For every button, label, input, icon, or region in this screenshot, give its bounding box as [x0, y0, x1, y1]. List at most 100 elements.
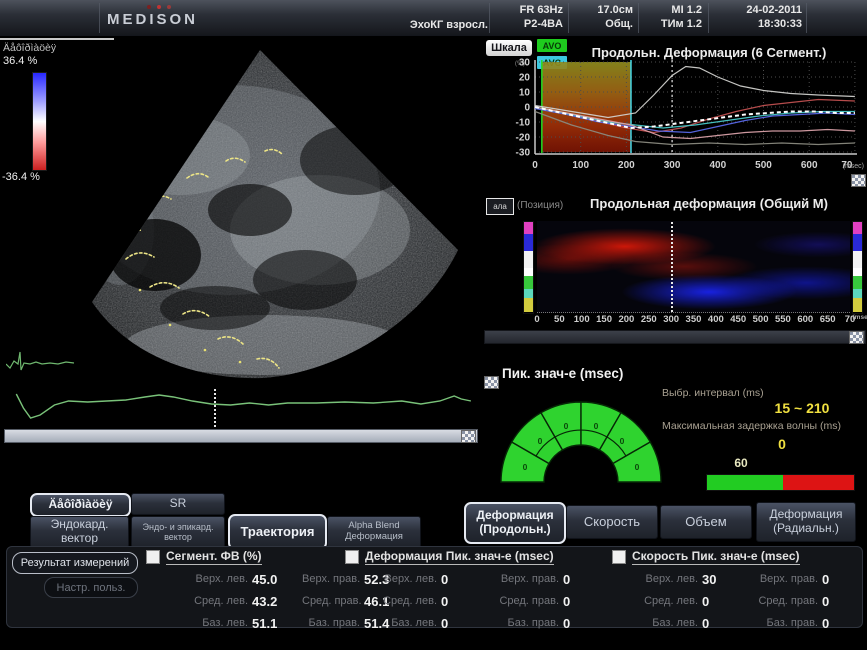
- user-settings-button[interactable]: Настр. польз.: [44, 577, 138, 598]
- mode-button-deformation[interactable]: Äåôîðìàöèÿ: [30, 493, 131, 517]
- header-divider: [568, 3, 569, 33]
- measure-group-title: Деформация Пик. знач-е (msec): [365, 549, 554, 565]
- measure-label: Верх. лев.: [146, 573, 248, 585]
- legend-color-segment: [853, 276, 862, 289]
- interval-label: Выбр. интервал (ms): [662, 387, 764, 399]
- delay-bar-green: [707, 475, 783, 490]
- measure-label: Верх. прав.: [485, 573, 559, 585]
- x-axis-tick-label: 400: [709, 160, 726, 171]
- measure-label: Верх. лев.: [345, 573, 437, 585]
- header-divider: [489, 3, 490, 33]
- measure-group-checkbox[interactable]: [345, 550, 359, 564]
- header-divider: [99, 3, 100, 33]
- brand-dots-icon: [147, 5, 171, 9]
- resize-handle-icon[interactable]: [851, 174, 866, 187]
- ultrasound-sector-image[interactable]: [0, 40, 480, 388]
- mmode-x-tick-label: 450: [727, 314, 749, 325]
- y-axis-tick-label: -20: [516, 133, 531, 144]
- brand-logo: MEDISON: [107, 11, 198, 28]
- view-button-strain-longitudinal[interactable]: Деформация (Продольн.): [464, 502, 566, 544]
- sector-texture: [0, 40, 480, 388]
- mmode-x-axis: 0501001502002503003504004505005506006507…: [483, 314, 867, 327]
- ecg-strip: [2, 388, 478, 428]
- segment-peak-value: 0: [635, 462, 640, 472]
- measure-label: Сред. лев.: [612, 595, 698, 607]
- measure-group: Деформация Пик. знач-е (msec) Верх. лев. 0…: [345, 549, 603, 634]
- mmode-scrollbar[interactable]: [484, 330, 866, 344]
- header-divider: [708, 3, 709, 33]
- segment-peak-value: 0: [564, 421, 569, 431]
- peak-panel-title: Пик. знач-е (msec): [502, 366, 623, 381]
- measure-label: Баз. прав.: [746, 617, 818, 629]
- mode-button-endocard-vector[interactable]: Эндокард. вектор: [30, 516, 129, 548]
- max-delay-label: Максимальная задержка волны (ms): [662, 420, 841, 432]
- mini-ecg-trace: [6, 348, 80, 378]
- resize-handle-icon[interactable]: [461, 430, 476, 443]
- measure-group-checkbox[interactable]: [146, 550, 160, 564]
- mmode-x-tick-label: 650: [817, 314, 839, 325]
- mmode-x-tick-label: 550: [772, 314, 794, 325]
- mmode-x-tick-label: 600: [794, 314, 816, 325]
- measure-label: Верх. прав.: [746, 573, 818, 585]
- strain-mmode-heatmap[interactable]: [537, 221, 850, 313]
- measure-label: Баз. лев.: [345, 617, 437, 629]
- x-axis-tick-label: 0: [532, 160, 538, 171]
- scale-button[interactable]: Шкала: [486, 40, 532, 56]
- mode-button-alpha-blend[interactable]: Alpha Blend Деформация: [327, 516, 421, 548]
- view-button-strain-radial[interactable]: Деформация (Радиальн.): [756, 502, 856, 542]
- mmode-title: Продольная деформация (Общий М): [556, 196, 862, 211]
- measure-group-checkbox[interactable]: [612, 550, 626, 564]
- view-button-velocity[interactable]: Скорость: [566, 505, 658, 539]
- measure-group-header: Деформация Пик. знач-е (msec): [345, 549, 603, 564]
- resize-handle-icon[interactable]: [849, 331, 864, 344]
- mode-button-sr[interactable]: SR: [131, 493, 225, 515]
- segment-color-legend-left: [523, 221, 534, 314]
- title-bar: MEDISON ЭхоКГ взросл. FR 63Hz P2-4BA 17.…: [0, 0, 867, 37]
- measure-result-button[interactable]: Результат измерений: [12, 552, 138, 574]
- legend-color-segment: [524, 289, 533, 298]
- exam-time: 18:30:33: [714, 18, 802, 30]
- mmode-x-tick-label: 150: [593, 314, 615, 325]
- measure-value: 0: [441, 594, 481, 609]
- legend-color-segment: [524, 298, 533, 312]
- measure-value: 0: [441, 616, 481, 631]
- mmode-x-tick-label: 250: [638, 314, 660, 325]
- measure-label: Баз. прав.: [485, 617, 559, 629]
- x-axis-tick-label: 100: [572, 160, 589, 171]
- mode-button-trajectory[interactable]: Траектория: [228, 514, 327, 550]
- mi-value: MI 1.2: [640, 4, 702, 16]
- y-axis-tick-label: 20: [519, 73, 531, 84]
- mmode-time-cursor[interactable]: [671, 222, 673, 312]
- bullseye-segment-map: 000000: [496, 380, 666, 484]
- probe-name: P2-4BA: [495, 18, 563, 30]
- segment-color-legend-right: [852, 221, 863, 314]
- scale-mini-button[interactable]: ала: [486, 198, 514, 215]
- ecg-frame-cursor[interactable]: [214, 389, 216, 427]
- measure-value: 51.1: [252, 616, 298, 631]
- measure-group-title: Сегмент. ФВ (%): [166, 549, 262, 565]
- mode-button-endo-epicard-vector[interactable]: Эндо- и эпикард. вектор: [131, 516, 225, 548]
- legend-color-segment: [524, 268, 533, 276]
- measure-value: 0: [563, 616, 603, 631]
- view-button-volume[interactable]: Объем: [660, 505, 752, 539]
- measure-value: 43.2: [252, 594, 298, 609]
- legend-color-segment: [524, 222, 533, 234]
- exam-date: 24-02-2011: [714, 4, 802, 16]
- cine-scrollbar[interactable]: [4, 429, 478, 443]
- mmode-x-tick-label: 200: [615, 314, 637, 325]
- strain-chart: 3020100-10-20-30010020030040050060070(ms…: [483, 56, 867, 186]
- header-divider: [806, 3, 807, 33]
- legend-color-segment: [853, 268, 862, 276]
- mmode-x-tick-label: 50: [548, 314, 570, 325]
- measure-group-header: Скорость Пик. знач-е (msec): [612, 549, 862, 564]
- measure-value: 0: [822, 572, 862, 587]
- measure-label: Баз. лев.: [146, 617, 248, 629]
- measure-grid: Верх. лев.0Верх. прав.0Сред. лев.0Сред. …: [345, 568, 603, 634]
- measure-group: Скорость Пик. знач-е (msec)Верх. лев.30В…: [612, 549, 862, 634]
- mini-ecg-waveform: [6, 352, 74, 370]
- measure-label: Баз. лев.: [612, 617, 698, 629]
- x-axis-tick-label: 200: [618, 160, 635, 171]
- ultrasound-app: MEDISON ЭхоКГ взросл. FR 63Hz P2-4BA 17.…: [0, 0, 867, 650]
- legend-color-segment: [853, 298, 862, 312]
- measure-group-title: Скорость Пик. знач-е (msec): [632, 549, 800, 565]
